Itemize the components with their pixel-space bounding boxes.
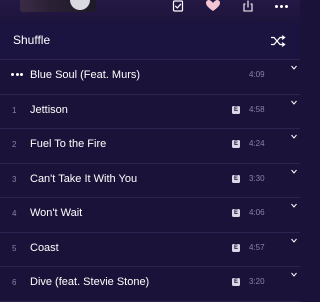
explicit-badge: E <box>232 140 240 148</box>
download-icon[interactable] <box>290 128 298 139</box>
now-playing-icon <box>11 73 23 76</box>
track-title: Blue Soul (Feat. Murs) <box>30 69 141 81</box>
track-duration: 3:30 <box>249 173 265 183</box>
track-number: 3 <box>12 174 17 184</box>
shuffle-label: Shuffle <box>13 33 51 47</box>
checkmark-icon[interactable] <box>171 0 185 12</box>
track-duration: 4:06 <box>249 208 265 217</box>
track-row[interactable]: Blue Soul (Feat. Murs) 4:09 <box>0 60 300 95</box>
explicit-badge: E <box>232 209 240 217</box>
share-icon[interactable] <box>242 0 254 12</box>
track-duration: 4:24 <box>249 139 265 148</box>
track-row[interactable]: 1 Jettison E 4:58 <box>0 94 300 129</box>
download-icon[interactable] <box>290 266 298 277</box>
album-artwork[interactable] <box>20 0 96 12</box>
track-title: Coast <box>30 241 59 254</box>
track-row[interactable]: 6 Dive (feat. Stevie Stone) E 3:20 <box>0 267 300 302</box>
track-duration: 3:20 <box>249 277 265 286</box>
download-icon[interactable] <box>290 197 298 208</box>
track-title: Dive (feat. Stevie Stone) <box>30 276 150 288</box>
explicit-badge: E <box>232 278 240 286</box>
track-duration: 4:57 <box>249 242 265 252</box>
track-title: Jettison <box>30 103 68 116</box>
track-row[interactable]: 5 Coast E 4:57 <box>0 232 300 267</box>
track-number: 5 <box>12 243 17 253</box>
heart-icon[interactable] <box>205 0 221 12</box>
track-row[interactable]: 3 Can't Take It With You E 3:30 <box>0 163 300 198</box>
track-number: 6 <box>12 278 17 287</box>
download-icon[interactable] <box>290 232 298 243</box>
track-number: 1 <box>12 105 17 115</box>
track-title: Can't Take It With You <box>30 172 138 185</box>
download-icon[interactable] <box>290 94 298 105</box>
shuffle-button[interactable]: Shuffle <box>0 22 300 60</box>
track-number: 2 <box>12 140 17 149</box>
shuffle-icon <box>270 34 286 47</box>
download-icon[interactable] <box>290 59 298 70</box>
explicit-badge: E <box>232 105 240 114</box>
more-icon[interactable] <box>272 0 290 12</box>
track-number: 4 <box>12 209 17 218</box>
track-row[interactable]: 4 Won't Wait E 4:06 <box>0 198 300 233</box>
album-disc <box>70 0 90 10</box>
track-list: Blue Soul (Feat. Murs) 4:09 1 Jettison E 4:58… <box>0 60 300 302</box>
track-row[interactable]: 2 Fuel To the Fire E 4:24 <box>0 129 300 164</box>
track-duration: 4:58 <box>249 104 265 114</box>
explicit-badge: E <box>232 243 240 252</box>
track-title: Won't Wait <box>30 207 83 219</box>
track-duration: 4:09 <box>249 70 265 79</box>
track-title: Fuel To the Fire <box>30 138 107 150</box>
now-playing-header <box>0 0 300 22</box>
explicit-badge: E <box>232 174 240 183</box>
download-icon[interactable] <box>290 163 298 174</box>
